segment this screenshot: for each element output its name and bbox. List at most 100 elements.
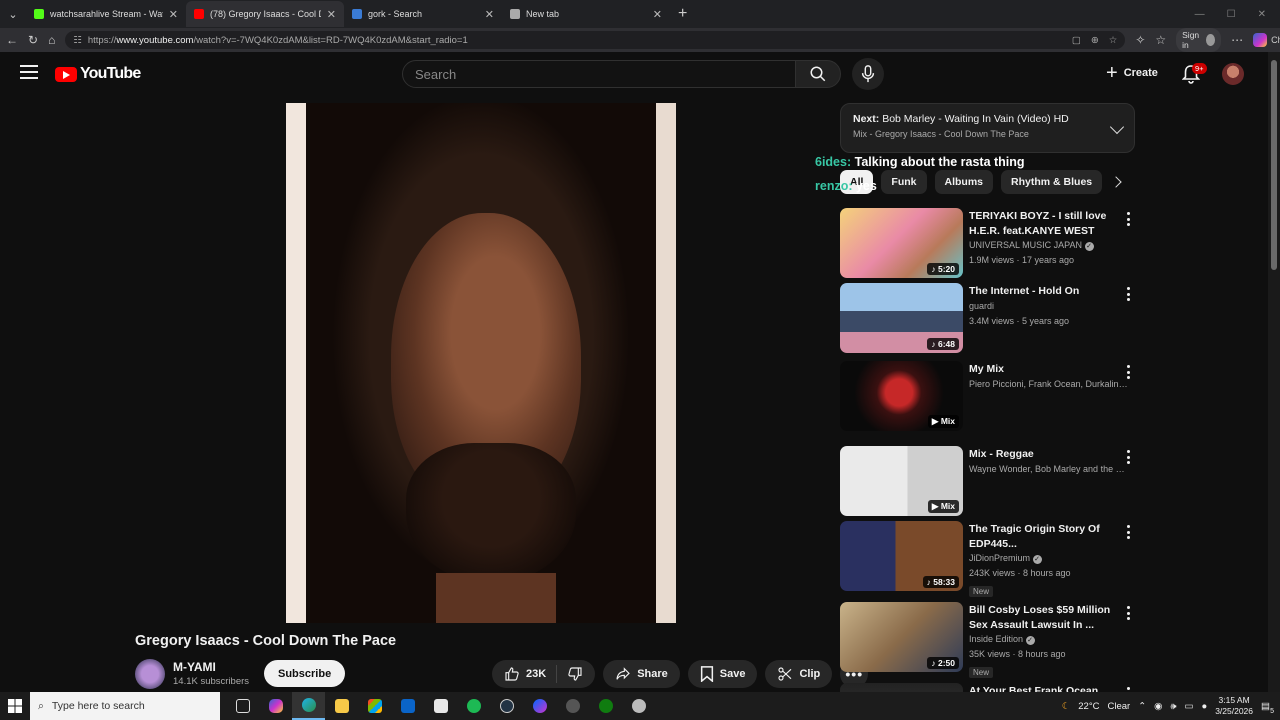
close-tab-icon[interactable]: ✕: [653, 8, 662, 21]
recommendation-title[interactable]: My Mix: [969, 362, 1129, 377]
zoom-icon[interactable]: ⊕: [1091, 35, 1099, 46]
video-thumbnail[interactable]: ♪ 58:33: [840, 521, 963, 591]
microsoft-store-icon[interactable]: [358, 692, 391, 720]
microphone-tray-icon[interactable]: ●: [1201, 701, 1207, 712]
close-tab-icon[interactable]: ✕: [327, 8, 336, 21]
close-tab-icon[interactable]: ✕: [169, 8, 178, 21]
share-button[interactable]: Share: [603, 660, 680, 688]
extensions-icon[interactable]: ✧: [1135, 33, 1145, 47]
minimize-icon[interactable]: —: [1195, 9, 1205, 20]
user-avatar[interactable]: [1222, 63, 1244, 85]
app-icon[interactable]: [622, 692, 655, 720]
edge-browser-icon[interactable]: [292, 692, 325, 720]
notepad-icon[interactable]: [424, 692, 457, 720]
video-thumbnail[interactable]: ♪ 5:20: [840, 208, 963, 278]
sign-in-button[interactable]: Sign in: [1176, 28, 1222, 52]
recommendation-title[interactable]: The Internet - Hold On: [969, 284, 1129, 299]
like-button[interactable]: 23K: [504, 666, 546, 682]
save-button[interactable]: Save: [687, 660, 758, 688]
steam-icon[interactable]: [556, 692, 589, 720]
video-thumbnail[interactable]: ♪ 6:48: [840, 283, 963, 353]
recommendation-item[interactable]: ♪ 5:20 TERIYAKI BOYZ - I still love H.E.R…: [840, 208, 1140, 278]
maximize-icon[interactable]: ☐: [1227, 9, 1236, 20]
close-window-icon[interactable]: ✕: [1258, 9, 1266, 20]
chevron-right-icon[interactable]: [1110, 176, 1122, 188]
more-vertical-icon[interactable]: [1126, 287, 1130, 301]
recommendation-item[interactable]: ▶ Mix My Mix Piero Piccioni, Frank Ocean, …: [840, 361, 1140, 431]
browser-tab[interactable]: watchsarahlive Stream - Watch Liv ✕: [26, 1, 186, 27]
recommendation-title[interactable]: At Your Best Frank Ocean: [969, 684, 1129, 692]
recommendation-item[interactable]: ♪ 2:50 Bill Cosby Loses $59 Million Sex A…: [840, 602, 1140, 678]
thumbs-down-icon[interactable]: [567, 666, 583, 682]
weather-icon[interactable]: ☾: [1062, 701, 1071, 712]
video-thumbnail[interactable]: [840, 683, 963, 692]
recommendation-title[interactable]: Mix - Reggae: [969, 447, 1129, 462]
filter-chip[interactable]: Funk: [881, 170, 927, 194]
speaker-icon[interactable]: 🕪: [1170, 701, 1176, 712]
hamburger-menu-icon[interactable]: [20, 65, 38, 79]
more-vertical-icon[interactable]: [1126, 525, 1130, 539]
playlist-next-panel[interactable]: Next: Bob Marley - Waiting In Vain (Vide…: [840, 103, 1135, 153]
search-input[interactable]: [415, 66, 795, 82]
file-explorer-icon[interactable]: [325, 692, 358, 720]
network-icon[interactable]: ▭: [1184, 701, 1193, 712]
create-button[interactable]: + Create: [1106, 63, 1158, 83]
clip-button[interactable]: Clip: [765, 660, 833, 688]
recommendation-item[interactable]: ▶ Mix Mix - Reggae Wayne Wonder, Bob Marle…: [840, 446, 1140, 516]
recommendation-channel[interactable]: Inside Edition ✓: [969, 632, 1129, 647]
filter-chip[interactable]: Rhythm & Blues: [1001, 170, 1103, 194]
recommendation-title[interactable]: TERIYAKI BOYZ - I still love H.E.R. feat…: [969, 209, 1129, 238]
video-player[interactable]: [286, 103, 676, 623]
more-vertical-icon[interactable]: [1126, 212, 1130, 226]
scrollbar-thumb[interactable]: [1271, 60, 1277, 270]
recommendation-item[interactable]: ♪ 6:48 The Internet - Hold On guardi 3.4M v…: [840, 283, 1140, 353]
start-button[interactable]: [0, 692, 30, 720]
favorites-icon[interactable]: ☆: [1155, 33, 1166, 47]
xbox-icon[interactable]: [589, 692, 622, 720]
page-scrollbar[interactable]: [1268, 52, 1280, 692]
home-icon[interactable]: ⌂: [48, 33, 55, 47]
app-available-icon[interactable]: ▢: [1072, 35, 1081, 46]
subscribe-button[interactable]: Subscribe: [264, 660, 346, 687]
voice-search-button[interactable]: [852, 58, 884, 90]
youtube-logo[interactable]: YouTube: [55, 65, 141, 83]
filter-chip[interactable]: Albums: [934, 170, 994, 194]
tab-list-button[interactable]: ⌄: [0, 1, 26, 27]
recommendation-channel[interactable]: Wayne Wonder, Bob Marley and the Wailers…: [969, 462, 1129, 477]
search-button[interactable]: [795, 60, 841, 88]
recommendation-title[interactable]: The Tragic Origin Story Of EDP445...: [969, 522, 1129, 551]
browser-menu-icon[interactable]: ⋯: [1231, 33, 1243, 47]
favorite-star-icon[interactable]: ☆: [1109, 35, 1118, 46]
video-thumbnail[interactable]: ♪ 2:50: [840, 602, 963, 672]
recommendation-item[interactable]: At Your Best Frank Ocean: [840, 683, 1140, 692]
browser-tab[interactable]: gork - Search ✕: [344, 1, 502, 27]
url-field[interactable]: ☷ https://www.youtube.com/watch?v=-7WQ4K…: [65, 31, 1126, 49]
media-player-icon[interactable]: [490, 692, 523, 720]
recommendation-channel[interactable]: Piero Piccioni, Frank Ocean, Durkalini, …: [969, 377, 1129, 392]
new-tab-button[interactable]: +: [670, 5, 695, 23]
video-thumbnail[interactable]: ▶ Mix: [840, 361, 963, 431]
close-tab-icon[interactable]: ✕: [485, 8, 494, 21]
weather-description[interactable]: Clear: [1107, 701, 1130, 712]
video-thumbnail[interactable]: ▶ Mix: [840, 446, 963, 516]
browser-tab[interactable]: (78) Gregory Isaacs - Cool Down T ✕: [186, 1, 344, 27]
recommendation-title[interactable]: Bill Cosby Loses $59 Million Sex Assault…: [969, 603, 1129, 632]
messenger-icon[interactable]: [523, 692, 556, 720]
spotify-icon[interactable]: [457, 692, 490, 720]
copilot-app-icon[interactable]: [259, 692, 292, 720]
more-vertical-icon[interactable]: [1126, 450, 1130, 464]
site-info-icon[interactable]: ☷: [73, 35, 82, 46]
task-view-icon[interactable]: [226, 692, 259, 720]
browser-tab[interactable]: New tab ✕: [502, 1, 670, 27]
copilot-chat-button[interactable]: Chat: [1253, 33, 1280, 47]
system-clock[interactable]: 3:15 AM 3/25/2026: [1215, 695, 1253, 717]
back-icon[interactable]: ←: [6, 33, 18, 47]
recommendation-channel[interactable]: JiDionPremium ✓: [969, 551, 1129, 566]
recommendation-channel[interactable]: guardi: [969, 299, 1129, 314]
recommendation-item[interactable]: ♪ 58:33 The Tragic Origin Story Of EDP445…: [840, 521, 1140, 597]
notification-center-icon[interactable]: ▤ 5: [1261, 701, 1274, 715]
more-vertical-icon[interactable]: [1126, 365, 1130, 379]
channel-avatar[interactable]: [135, 659, 165, 689]
recommendation-channel[interactable]: UNIVERSAL MUSIC JAPAN ✓: [969, 238, 1129, 253]
chevron-up-icon[interactable]: ⌃: [1138, 701, 1146, 712]
